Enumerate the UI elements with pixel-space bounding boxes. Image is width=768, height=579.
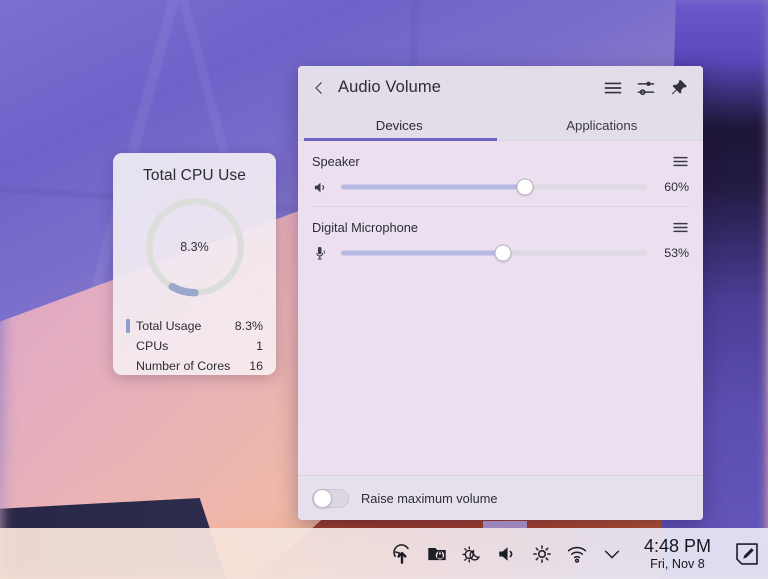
software-update-icon[interactable] xyxy=(391,543,413,565)
cpu-stat-value: 16 xyxy=(249,359,263,373)
cpu-stat-row: CPUs 1 xyxy=(126,336,263,356)
cpu-stat-value: 8.3% xyxy=(234,319,263,333)
microphone-volume-percent: 53% xyxy=(664,246,689,260)
slider-fill xyxy=(341,184,525,190)
slider-handle[interactable] xyxy=(516,178,534,196)
cpu-stat-label: Total Usage xyxy=(136,319,202,333)
device-volume-control: 60% xyxy=(312,177,689,197)
cpu-stat-value: 1 xyxy=(256,339,263,353)
device-header: Speaker xyxy=(312,153,689,170)
system-tray: 4:48 PM Fri, Nov 8 xyxy=(391,536,760,571)
popup-tabs: Devices Applications xyxy=(298,109,703,141)
device-name: Digital Microphone xyxy=(312,220,418,235)
device-menu-icon[interactable] xyxy=(672,219,689,236)
device-name: Speaker xyxy=(312,154,360,169)
active-tab-underline xyxy=(304,138,497,141)
desktop: Total CPU Use 8.3% Total Usage 8.3% CPUs… xyxy=(0,0,768,579)
vault-lock-icon[interactable] xyxy=(426,543,448,565)
clock[interactable]: 4:48 PM Fri, Nov 8 xyxy=(644,536,711,570)
devices-list: Speaker 60% Digital Microphone 53% xyxy=(298,141,703,475)
mixer-sliders-icon[interactable] xyxy=(636,78,656,98)
tab-applications[interactable]: Applications xyxy=(501,109,704,141)
toggle-knob xyxy=(313,488,332,508)
brightness-icon[interactable] xyxy=(531,543,553,565)
legend-swatch-blank xyxy=(126,339,130,353)
device-row-microphone: Digital Microphone 53% xyxy=(312,206,689,272)
volume-icon[interactable] xyxy=(496,543,518,565)
popup-header: Audio Volume xyxy=(298,66,703,109)
tab-devices[interactable]: Devices xyxy=(298,109,501,141)
device-row-speaker: Speaker 60% xyxy=(312,141,689,206)
cpu-stat-row: Total Usage 8.3% xyxy=(126,316,263,336)
popup-footer: Raise maximum volume xyxy=(298,475,703,520)
wifi-icon[interactable] xyxy=(566,543,588,565)
device-volume-control: 53% xyxy=(312,243,689,263)
speaker-volume-slider[interactable] xyxy=(341,177,647,197)
cpu-stat-label: CPUs xyxy=(136,339,169,353)
popup-header-actions xyxy=(603,78,689,98)
speaker-icon[interactable] xyxy=(312,179,329,196)
cpu-stat-label: Number of Cores xyxy=(136,359,231,373)
raise-maximum-volume-label: Raise maximum volume xyxy=(361,490,498,506)
audio-volume-popup: Audio Volume Devices Applications Speake… xyxy=(298,66,703,520)
device-header: Digital Microphone xyxy=(312,219,689,236)
slider-fill xyxy=(341,250,504,256)
cpu-donut-value: 8.3% xyxy=(180,240,209,254)
microphone-icon[interactable] xyxy=(312,245,329,262)
cpu-donut-chart: 8.3% xyxy=(126,191,263,303)
legend-swatch-blank xyxy=(126,359,130,373)
chevron-down-icon[interactable] xyxy=(601,543,623,565)
cpu-widget-title: Total CPU Use xyxy=(143,167,246,184)
clock-date: Fri, Nov 8 xyxy=(650,556,705,571)
night-color-icon[interactable] xyxy=(461,543,483,565)
cpu-usage-widget[interactable]: Total CPU Use 8.3% Total Usage 8.3% CPUs… xyxy=(113,153,276,375)
hamburger-menu-icon[interactable] xyxy=(603,78,623,98)
back-button[interactable] xyxy=(308,77,330,99)
speaker-volume-percent: 60% xyxy=(664,180,689,194)
popup-pointer xyxy=(483,521,527,528)
cpu-stats-list: Total Usage 8.3% CPUs 1 Number of Cores … xyxy=(126,316,263,376)
notes-edit-icon[interactable] xyxy=(734,541,760,567)
legend-swatch xyxy=(126,319,130,333)
chevron-left-icon xyxy=(315,81,322,94)
slider-handle[interactable] xyxy=(494,244,512,262)
raise-maximum-volume-toggle[interactable] xyxy=(312,488,349,508)
pin-icon[interactable] xyxy=(669,78,689,98)
microphone-volume-slider[interactable] xyxy=(341,243,647,263)
taskbar: 4:48 PM Fri, Nov 8 xyxy=(0,528,768,579)
device-menu-icon[interactable] xyxy=(672,153,689,170)
clock-time: 4:48 PM xyxy=(643,536,711,557)
cpu-stat-row: Number of Cores 16 xyxy=(126,356,263,376)
popup-title: Audio Volume xyxy=(338,78,442,96)
